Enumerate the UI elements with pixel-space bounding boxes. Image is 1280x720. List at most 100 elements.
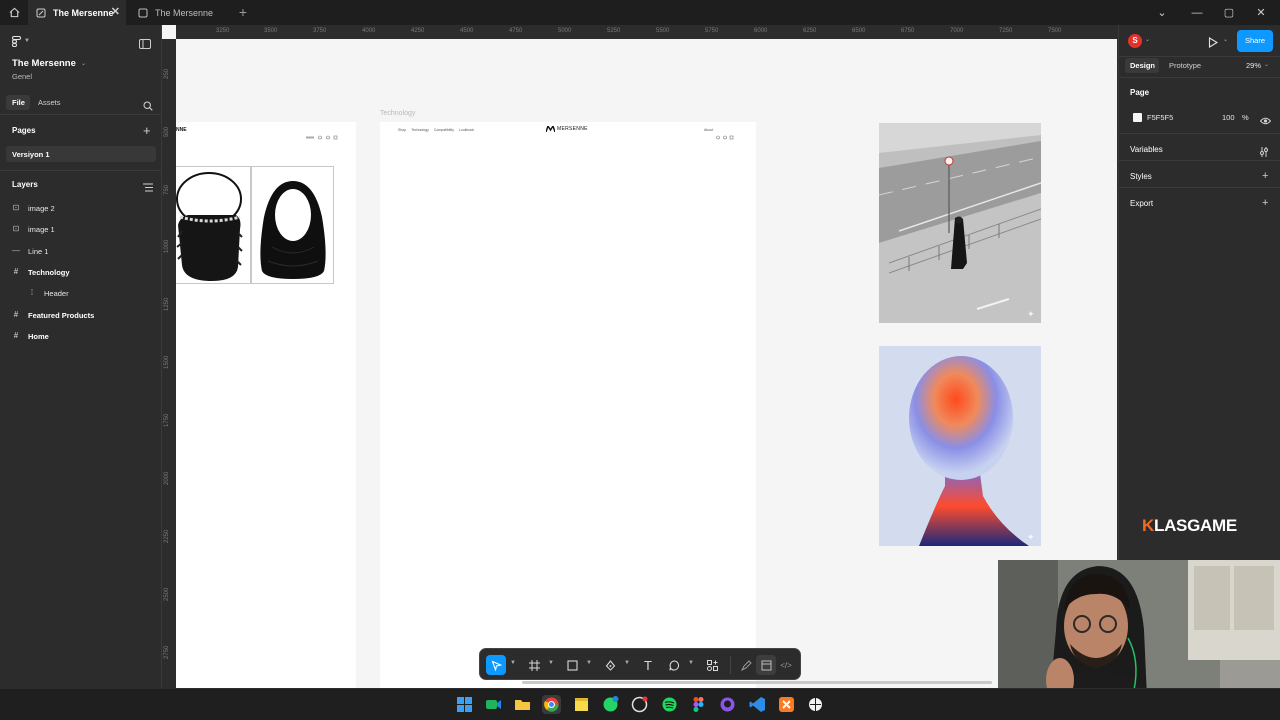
add-style-icon[interactable]: + [1262, 170, 1268, 182]
chevron-down-icon[interactable]: ▼ [510, 660, 516, 666]
comment-tool-icon[interactable] [664, 655, 684, 675]
image-1[interactable]: ✦ [879, 123, 1041, 323]
meet-icon[interactable] [484, 695, 503, 714]
page-color-hex[interactable]: F5F5F5 [1147, 113, 1173, 122]
watermark-k: K [1142, 516, 1154, 535]
tab-inactive[interactable]: The Mersenne [130, 0, 230, 25]
ruler-tick: 4500 [460, 28, 474, 34]
play-icon[interactable] [1208, 35, 1219, 53]
layers-heading: Layers [12, 180, 38, 189]
nav-link[interactable]: Shop [398, 128, 406, 132]
nav-link[interactable]: Lookbook [459, 128, 474, 132]
layer-item[interactable]: ⊡ image 2 [12, 201, 55, 215]
add-page-icon[interactable]: + [143, 123, 151, 138]
rectangle-tool-icon[interactable] [562, 655, 582, 675]
sticky-notes-icon[interactable] [572, 695, 591, 714]
eye-icon[interactable] [1259, 112, 1272, 130]
layer-item[interactable]: — Line 1 [12, 244, 48, 258]
nav-link[interactable]: Compatibility [434, 128, 454, 132]
chevron-down-icon[interactable]: ⌄ [1223, 36, 1228, 43]
layer-item[interactable]: # Featured Products [12, 308, 95, 322]
chevron-down-icon[interactable]: ⌄ [1155, 6, 1169, 20]
move-tool-icon[interactable] [486, 655, 506, 675]
frame-technology[interactable]: Shop Technology Compatibility Lookbook M… [380, 122, 756, 688]
app-icon[interactable] [806, 695, 825, 714]
chrome-icon[interactable] [542, 695, 561, 714]
avatar[interactable]: S [1128, 34, 1142, 48]
new-tab-icon[interactable]: + [236, 5, 250, 19]
image-2[interactable]: ✦ [879, 346, 1041, 546]
toggle-sidebar-icon[interactable] [139, 36, 151, 49]
windows-start-icon[interactable] [455, 695, 474, 714]
draw-mode-icon[interactable] [736, 655, 756, 675]
figma-file-icon [36, 8, 46, 17]
close-window-icon[interactable]: ✕ [1254, 6, 1268, 20]
minimize-icon[interactable]: — [1190, 6, 1204, 20]
chevron-down-icon[interactable]: ▼ [586, 660, 592, 666]
layer-item[interactable]: # Home [12, 329, 49, 343]
chevron-down-icon[interactable]: ⌄ [1264, 61, 1269, 68]
ruler-tick: 5000 [558, 28, 572, 34]
color-swatch[interactable] [1133, 113, 1142, 122]
project-title[interactable]: The Mersenne [12, 58, 76, 69]
chevron-down-icon[interactable]: ⌄ [81, 60, 86, 67]
product-card[interactable] [251, 166, 334, 284]
canvas-scrollbar[interactable] [522, 681, 992, 684]
main-menu-button[interactable]: ▼ [12, 35, 32, 47]
figma-app-icon[interactable] [689, 695, 708, 714]
product-card[interactable] [176, 166, 251, 284]
chevron-down-icon[interactable]: ▼ [624, 660, 630, 666]
design-mode-icon[interactable] [756, 655, 776, 675]
layers-list-icon[interactable] [143, 179, 153, 197]
actions-tool-icon[interactable] [702, 655, 722, 675]
header[interactable]: Shop Technology Compatibility Lookbook M… [380, 122, 756, 140]
ruler-tick: 1000 [164, 239, 170, 253]
layer-label: Header [44, 288, 69, 298]
tab-active[interactable]: The Mersenne ✕ [28, 0, 126, 25]
frame-tool-icon[interactable] [524, 655, 544, 675]
project-team: Genel [12, 72, 33, 81]
chevron-down-icon[interactable]: ⌄ [1145, 36, 1150, 43]
maximize-icon[interactable]: ▢ [1222, 6, 1236, 20]
close-icon[interactable]: ✕ [111, 7, 120, 18]
github-icon[interactable] [718, 695, 737, 714]
figma-logo-icon [12, 35, 21, 47]
ruler-tick: 4750 [509, 28, 523, 34]
frame-label[interactable]: Technology [380, 110, 415, 117]
ruler-tick: 5750 [705, 28, 719, 34]
tab-prototype[interactable]: Prototype [1169, 61, 1201, 70]
chatgpt-icon[interactable] [630, 695, 649, 714]
nav-link[interactable]: Technology [411, 128, 429, 132]
page-opacity[interactable]: 100 [1222, 113, 1235, 122]
spotify-icon[interactable] [660, 695, 679, 714]
vscode-icon[interactable] [748, 695, 767, 714]
frame-featured-products[interactable]: NNE [176, 122, 356, 688]
add-export-icon[interactable]: + [1262, 197, 1268, 209]
tab-label: The Mersenne [53, 7, 114, 18]
design-canvas[interactable]: NNE Technology Shop Technology Compatibi… [162, 25, 1117, 688]
nav-links: Shop Technology Compatibility Lookbook [398, 128, 474, 132]
text-tool-icon[interactable]: T [638, 655, 658, 675]
ruler-tick: 6000 [754, 28, 768, 34]
layer-item[interactable]: ⁞ Header [28, 286, 69, 300]
nav-right[interactable]: About [704, 128, 713, 132]
dev-mode-icon[interactable]: </> [776, 655, 796, 675]
chevron-down-icon[interactable]: ▼ [688, 660, 694, 666]
zoom-level[interactable]: 29% [1246, 61, 1261, 70]
tab-assets[interactable]: Assets [38, 98, 61, 107]
page-item[interactable]: Versiyon 1 [6, 146, 156, 162]
whatsapp-icon[interactable] [601, 695, 620, 714]
share-button[interactable]: Share [1237, 30, 1273, 52]
ruler-top: 3250 3500 3750 4000 4250 4500 4750 5000 … [176, 25, 1117, 39]
layer-item[interactable]: # Technology [12, 265, 70, 279]
ruler-left: 250 500 750 1000 1250 1500 1750 2000 225… [162, 39, 176, 688]
pen-tool-icon[interactable] [600, 655, 620, 675]
figma-file-icon [138, 8, 148, 17]
xampp-icon[interactable] [777, 695, 796, 714]
brand-name: MERSENNE [557, 126, 588, 132]
layer-item[interactable]: ⊡ image 1 [12, 222, 55, 236]
ruler-tick: 5250 [607, 28, 621, 34]
file-explorer-icon[interactable] [513, 695, 532, 714]
home-icon[interactable] [4, 3, 24, 22]
chevron-down-icon[interactable]: ▼ [548, 660, 554, 666]
